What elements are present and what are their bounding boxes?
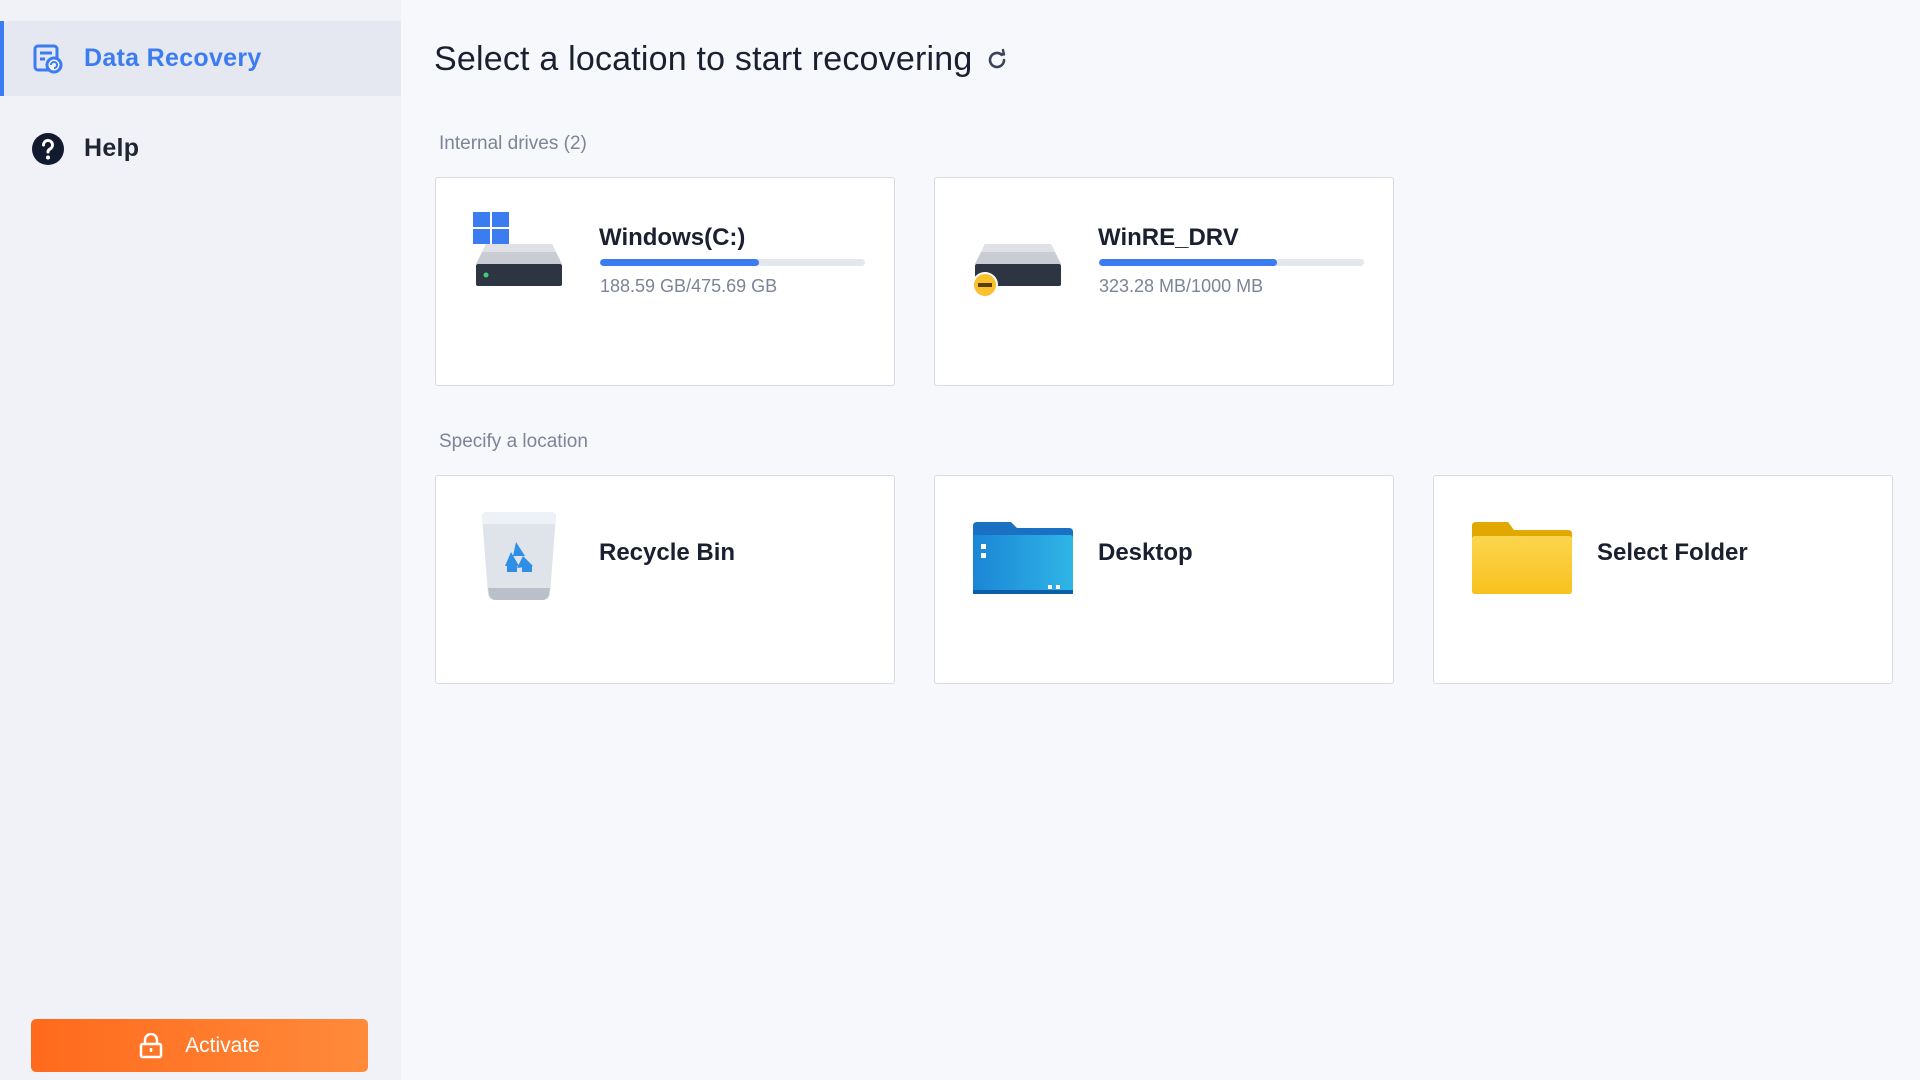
windows-drive-icon xyxy=(472,212,568,302)
drive-name: Windows(C:) xyxy=(599,224,746,251)
main-panel: Select a location to start recovering In… xyxy=(401,0,1920,1080)
usage-bar xyxy=(600,259,865,266)
activate-label: Activate xyxy=(185,1033,260,1057)
sidebar-item-help[interactable]: Help xyxy=(0,111,401,186)
activate-button[interactable]: Activate xyxy=(31,1019,368,1072)
recovery-drive-icon xyxy=(971,212,1067,302)
sidebar-item-label: Data Recovery xyxy=(84,44,262,72)
drive-usage: 323.28 MB/1000 MB xyxy=(1099,276,1264,296)
usage-bar-fill xyxy=(1099,259,1277,266)
sidebar-item-label: Help xyxy=(84,134,140,162)
usage-bar-fill xyxy=(600,259,759,266)
location-name: Desktop xyxy=(1098,539,1193,566)
page-title-text: Select a location to start recovering xyxy=(434,40,973,78)
specify-location-label: Specify a location xyxy=(439,431,588,452)
lock-icon xyxy=(139,1032,163,1059)
help-icon xyxy=(30,131,66,167)
recycle-bin-icon xyxy=(478,510,574,600)
drive-card-winre[interactable]: WinRE_DRV 323.28 MB/1000 MB xyxy=(934,177,1394,386)
data-recovery-icon xyxy=(30,41,66,77)
location-card-desktop[interactable]: Desktop xyxy=(934,475,1394,684)
sidebar-item-data-recovery[interactable]: Data Recovery xyxy=(0,21,401,96)
usage-bar xyxy=(1099,259,1364,266)
drive-usage: 188.59 GB/475.69 GB xyxy=(600,276,778,296)
page-title: Select a location to start recovering xyxy=(434,40,1010,79)
refresh-icon[interactable] xyxy=(984,47,1010,73)
drive-card-windows[interactable]: Windows(C:) 188.59 GB/475.69 GB xyxy=(435,177,895,386)
drive-name: WinRE_DRV xyxy=(1098,224,1239,251)
desktop-folder-icon xyxy=(973,522,1073,612)
internal-drives-label: Internal drives (2) xyxy=(439,133,587,154)
location-card-select-folder[interactable]: Select Folder xyxy=(1433,475,1893,684)
location-name: Recycle Bin xyxy=(599,539,736,566)
sidebar: Data Recovery Help Activate xyxy=(0,0,401,1080)
location-name: Select Folder xyxy=(1597,539,1748,566)
location-card-recycle-bin[interactable]: Recycle Bin xyxy=(435,475,895,684)
folder-icon xyxy=(1472,522,1572,612)
